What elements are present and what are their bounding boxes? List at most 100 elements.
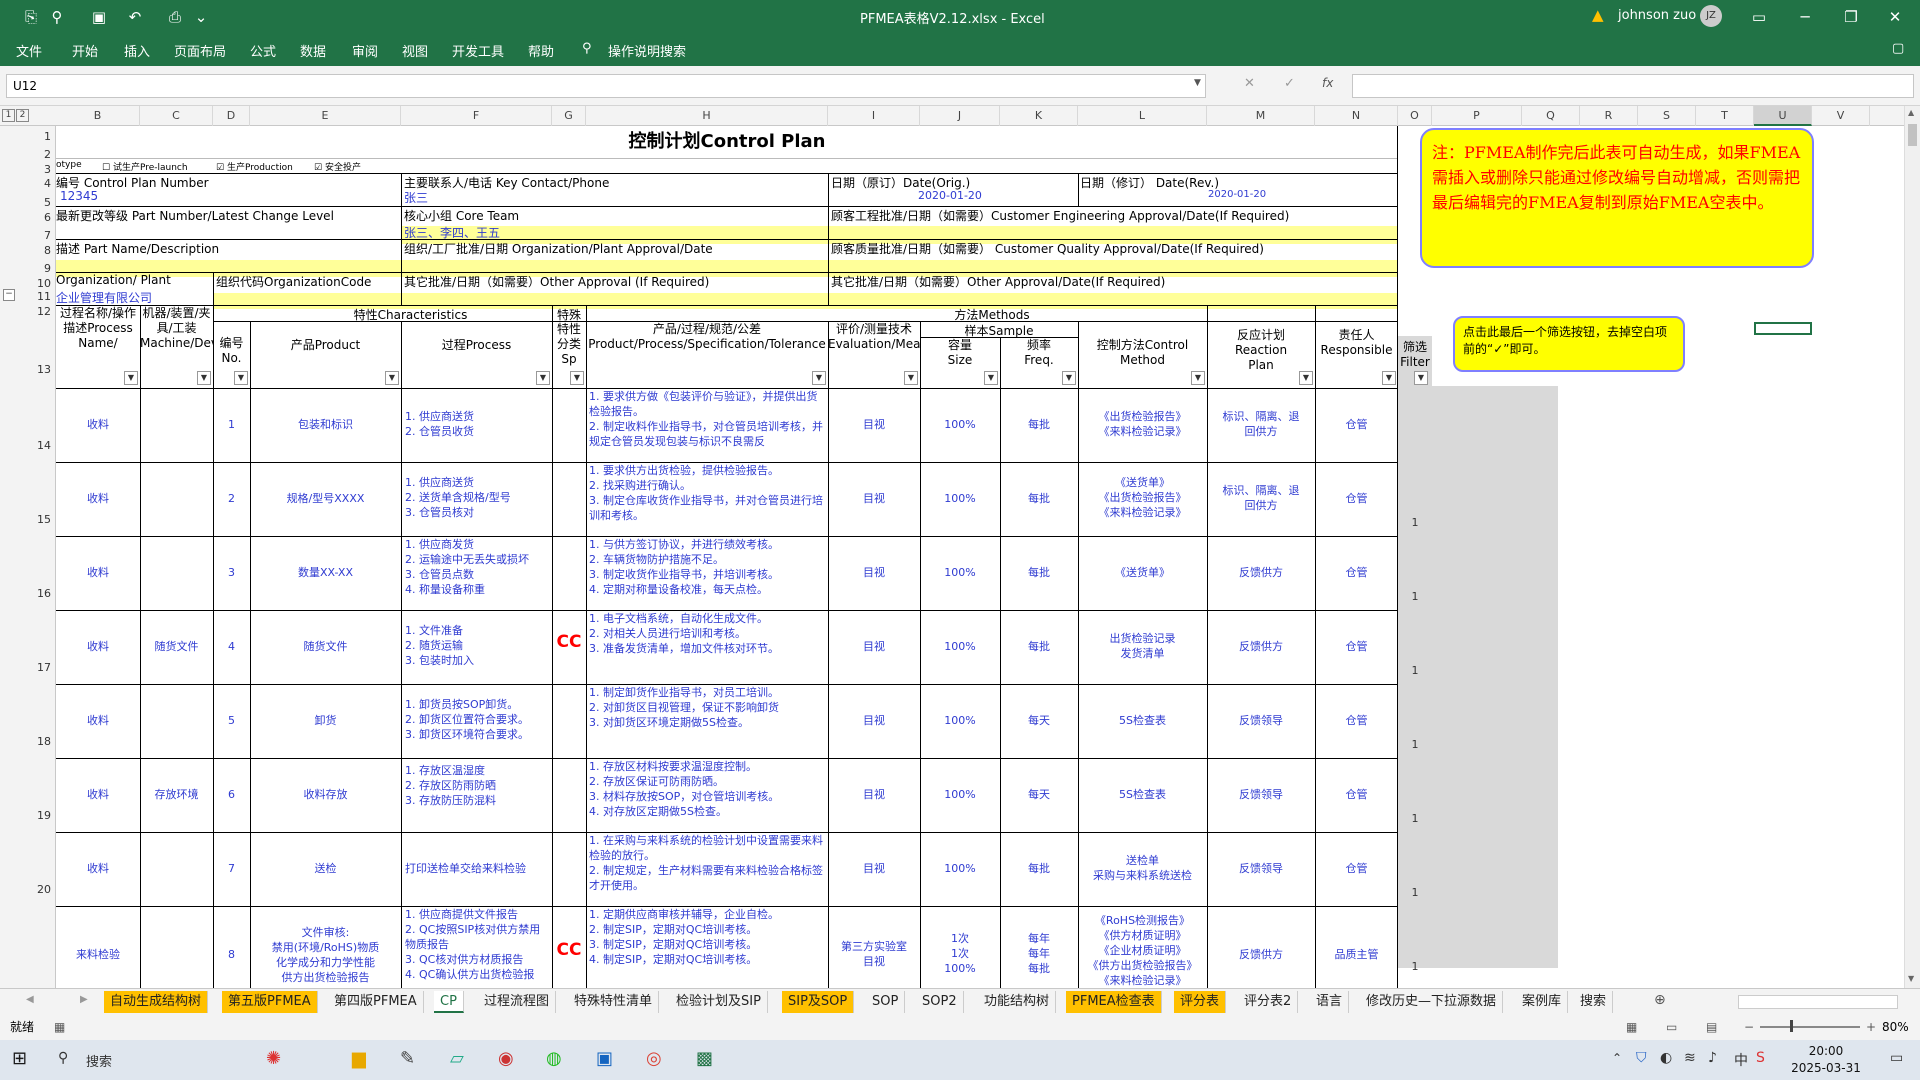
- sheet-tab[interactable]: 语言: [1310, 991, 1350, 1013]
- eval-cell[interactable]: 目视: [828, 685, 920, 758]
- freq-cell[interactable]: 每天: [1000, 759, 1078, 832]
- process-name-cell[interactable]: 收料: [56, 833, 140, 906]
- sheet-tab[interactable]: 评分表: [1174, 991, 1227, 1013]
- undo-icon[interactable]: ↶: [124, 6, 146, 28]
- tab-home[interactable]: 开始: [72, 41, 98, 60]
- wechat-icon[interactable]: ◍: [546, 1048, 562, 1069]
- sheet-tab[interactable]: 功能结构树: [978, 991, 1057, 1013]
- scroll-thumb[interactable]: [1908, 124, 1917, 146]
- vertical-scrollbar[interactable]: ▲ ▼: [1904, 106, 1920, 988]
- app-icon[interactable]: ▣: [596, 1048, 613, 1069]
- col-header-b[interactable]: B: [56, 106, 140, 126]
- col-header-k[interactable]: K: [1000, 106, 1078, 126]
- sheet-tab[interactable]: SIP及SOP: [782, 991, 855, 1013]
- row-header[interactable]: 16: [37, 587, 51, 600]
- restore-icon[interactable]: ❐: [1840, 6, 1862, 28]
- reaction-cell[interactable]: 标识、隔离、退回供方: [1207, 389, 1315, 462]
- date-rev-value[interactable]: 2020-01-20: [1208, 189, 1266, 200]
- size-cell[interactable]: 100%: [920, 685, 1000, 758]
- spec-cell[interactable]: 1. 定期供应商审核并辅导，企业自检。 2. 制定SIP，定期对QC培训考核。 …: [589, 907, 827, 988]
- control-cell[interactable]: 5S检查表: [1078, 759, 1207, 832]
- chrome-icon[interactable]: ◎: [646, 1048, 662, 1069]
- row-header[interactable]: 8: [44, 244, 51, 257]
- filter-cell[interactable]: 1: [1398, 738, 1432, 751]
- machine-cell[interactable]: 随货文件: [140, 611, 213, 684]
- page-layout-view-icon[interactable]: ▭: [1666, 1014, 1677, 1040]
- no-cell[interactable]: 7: [213, 833, 250, 906]
- col-header-o[interactable]: O: [1398, 106, 1432, 126]
- selected-cell-u12[interactable]: [1754, 322, 1812, 335]
- reaction-cell[interactable]: 反馈供方: [1207, 907, 1315, 988]
- row-header[interactable]: 14: [37, 439, 51, 452]
- size-cell[interactable]: 100%: [920, 463, 1000, 536]
- row-header[interactable]: 5: [44, 196, 51, 209]
- spec-cell[interactable]: 1. 存放区材料按要求温湿度控制。 2. 存放区保证可防雨防晒。 3. 材料存放…: [589, 759, 827, 832]
- wifi-icon[interactable]: ≋: [1684, 1050, 1696, 1066]
- minimize-icon[interactable]: ─: [1794, 6, 1816, 28]
- process-cell[interactable]: 1. 存放区温湿度 2. 存放区防雨防晒 3. 存放防压防混料: [405, 759, 550, 832]
- safe-launch-checkbox[interactable]: ☑ 安全投产: [314, 160, 361, 173]
- col-header-r[interactable]: R: [1580, 106, 1638, 126]
- filter-cell[interactable]: 1: [1398, 590, 1432, 603]
- add-sheet-icon[interactable]: ⊕: [1654, 992, 1666, 1008]
- no-cell[interactable]: 4: [213, 611, 250, 684]
- sheet-tab-active[interactable]: CP: [434, 991, 464, 1013]
- avatar[interactable]: JZ: [1700, 5, 1722, 27]
- control-cell[interactable]: 出货检验记录 发货清单: [1078, 611, 1207, 684]
- filter-dropdown-button[interactable]: ▼: [570, 371, 584, 385]
- process-name-cell[interactable]: 收料: [56, 611, 140, 684]
- tab-data[interactable]: 数据: [300, 41, 326, 60]
- row-header[interactable]: 12: [37, 305, 51, 318]
- product-cell[interactable]: 送检: [250, 833, 401, 906]
- zoom-slider[interactable]: [1760, 1026, 1860, 1028]
- filter-dropdown-button[interactable]: ▼: [385, 371, 399, 385]
- col-header-f[interactable]: F: [401, 106, 552, 126]
- cancel-icon[interactable]: ✕: [1244, 76, 1255, 91]
- tray-chevron-icon[interactable]: ⌃: [1612, 1051, 1622, 1065]
- sheet-tab[interactable]: 第四版PFMEA: [328, 991, 424, 1013]
- freq-cell[interactable]: 每批: [1000, 463, 1078, 536]
- special-class-cell[interactable]: CC: [552, 611, 586, 684]
- eval-cell[interactable]: 目视: [828, 537, 920, 610]
- row-header[interactable]: 4: [44, 177, 51, 190]
- widget-icon[interactable]: ✺: [266, 1048, 281, 1069]
- product-cell[interactable]: 数量XX-XX: [250, 537, 401, 610]
- ime-indicator[interactable]: 中: [1734, 1050, 1748, 1070]
- sheet-tab[interactable]: SOP2: [916, 991, 964, 1013]
- row-header[interactable]: 9: [44, 262, 51, 275]
- no-cell[interactable]: 2: [213, 463, 250, 536]
- col-header-c[interactable]: C: [140, 106, 213, 126]
- process-name-cell[interactable]: 收料: [56, 759, 140, 832]
- file-explorer-icon[interactable]: ▆: [352, 1048, 366, 1069]
- key-contact-value[interactable]: 张三: [404, 189, 428, 206]
- windows-start-icon[interactable]: ⊞: [12, 1048, 27, 1069]
- row-header[interactable]: 17: [37, 661, 51, 674]
- col-header-j[interactable]: J: [920, 106, 1000, 126]
- print-preview-icon[interactable]: ⎙: [164, 6, 186, 28]
- row-header[interactable]: 3: [44, 163, 51, 176]
- next-sheet-icon[interactable]: ▶: [80, 994, 88, 1005]
- sheet-tab[interactable]: 修改历史—下拉源数据: [1360, 991, 1504, 1013]
- app-icon[interactable]: ✎: [400, 1048, 415, 1069]
- eval-cell[interactable]: 目视: [828, 833, 920, 906]
- control-cell[interactable]: 《送货单》 《出货检验报告》 《来料检验记录》: [1078, 463, 1207, 536]
- size-cell[interactable]: 100%: [920, 833, 1000, 906]
- filter-cell[interactable]: 1: [1398, 664, 1432, 677]
- prelaunch-checkbox[interactable]: ☐ 试生产Pre-launch: [102, 160, 188, 173]
- process-name-cell[interactable]: 收料: [56, 537, 140, 610]
- reaction-cell[interactable]: 反馈领导: [1207, 833, 1315, 906]
- eval-cell[interactable]: 目视: [828, 389, 920, 462]
- size-cell[interactable]: 100%: [920, 611, 1000, 684]
- row-header[interactable]: 15: [37, 513, 51, 526]
- process-name-cell[interactable]: 收料: [56, 389, 140, 462]
- name-box[interactable]: U12: [6, 74, 1206, 98]
- responsible-cell[interactable]: 仓管: [1315, 833, 1398, 906]
- freq-cell[interactable]: 每批: [1000, 389, 1078, 462]
- filter-dropdown-button[interactable]: ▼: [1062, 371, 1076, 385]
- col-header-v[interactable]: V: [1812, 106, 1870, 126]
- freq-cell[interactable]: 每年 每年 每批: [1000, 907, 1078, 988]
- process-name-cell[interactable]: 来料检验: [56, 907, 140, 988]
- product-cell[interactable]: 包装和标识: [250, 389, 401, 462]
- size-cell[interactable]: 100%: [920, 537, 1000, 610]
- responsible-cell[interactable]: 品质主管: [1315, 907, 1398, 988]
